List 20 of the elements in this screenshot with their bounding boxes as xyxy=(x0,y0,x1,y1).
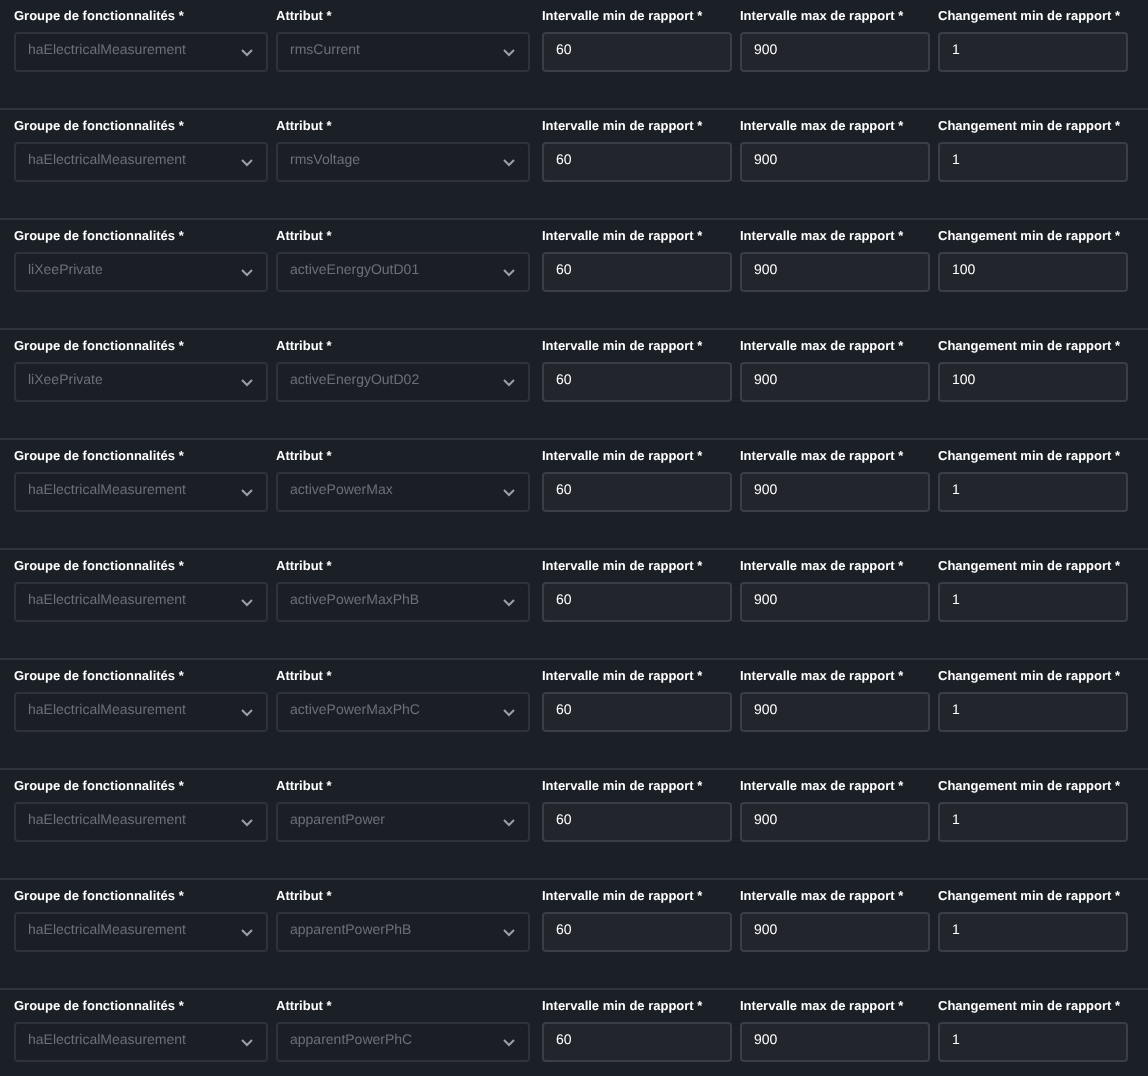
chevron-down-icon xyxy=(502,377,516,387)
chevron-down-icon xyxy=(502,267,516,277)
chevron-down-icon xyxy=(240,377,254,387)
chevron-down-icon xyxy=(240,927,254,937)
chevron-down-icon xyxy=(240,487,254,497)
chevron-down-icon xyxy=(502,1037,516,1047)
chevron-down-icon xyxy=(240,267,254,277)
chevron-down-icon xyxy=(502,157,516,167)
chevron-down-icon xyxy=(240,157,254,167)
chevron-down-icon xyxy=(240,817,254,827)
chevron-down-icon xyxy=(502,817,516,827)
chevron-down-icon xyxy=(502,597,516,607)
chevron-down-icon xyxy=(502,487,516,497)
chevron-down-icon xyxy=(240,47,254,57)
chevron-down-icon xyxy=(240,597,254,607)
chevron-down-icon xyxy=(240,707,254,717)
chevron-down-icon xyxy=(240,1037,254,1047)
chevron-down-icon xyxy=(502,707,516,717)
chevron-down-icon xyxy=(502,927,516,937)
chevron-down-icon xyxy=(502,47,516,57)
